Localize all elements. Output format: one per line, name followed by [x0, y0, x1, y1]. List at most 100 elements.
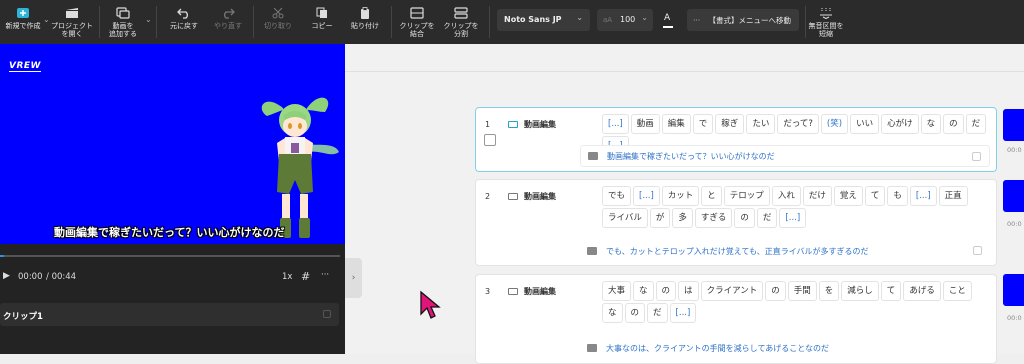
- word-chip[interactable]: [...]: [779, 208, 807, 228]
- shorten-silence-button[interactable]: 無音区間を 短縮: [806, 0, 846, 44]
- word-chip[interactable]: の: [943, 114, 964, 134]
- word-chip[interactable]: の: [624, 303, 646, 323]
- word-chip[interactable]: は: [678, 281, 699, 301]
- word-chip[interactable]: [...]: [602, 114, 629, 134]
- seek-bar[interactable]: [0, 255, 340, 257]
- word-chip[interactable]: たい: [746, 114, 776, 134]
- clip-checkbox[interactable]: [484, 134, 496, 146]
- font-size-select[interactable]: aA 100 ⌄: [597, 9, 653, 31]
- word-chip[interactable]: で: [692, 114, 714, 134]
- clip-option-icon[interactable]: [323, 310, 331, 318]
- video-icon: [508, 121, 518, 128]
- shorten-silence-label: 無音区間を 短縮: [808, 22, 844, 38]
- open-project-button[interactable]: プロジェクト を開く: [50, 0, 94, 44]
- redo-icon: [221, 6, 235, 20]
- word-chip[interactable]: すぎる: [694, 208, 733, 228]
- copy-label: コピー: [311, 22, 333, 30]
- word-chip[interactable]: の: [734, 208, 755, 228]
- word-chip[interactable]: 多: [672, 208, 693, 228]
- word-chip[interactable]: も: [887, 186, 908, 206]
- word-chip[interactable]: な: [920, 114, 942, 134]
- chevron-down-icon[interactable]: ⌄: [145, 15, 152, 24]
- word-chip[interactable]: て: [880, 281, 902, 301]
- cut-button[interactable]: 切り取り: [259, 0, 297, 44]
- word-chip[interactable]: て: [864, 186, 886, 206]
- word-chip[interactable]: 正直: [938, 186, 968, 206]
- clip-label: 動画編集: [508, 286, 556, 297]
- word-chip[interactable]: こと: [942, 281, 972, 301]
- cut-label: 切り取り: [264, 22, 292, 30]
- split-clip-label: クリップを 分割: [443, 22, 479, 38]
- word-chip[interactable]: 減らし: [841, 281, 879, 301]
- toolbar-divider: [489, 6, 490, 38]
- word-chip[interactable]: の: [655, 281, 677, 301]
- new-project-button[interactable]: 新規で作成: [4, 0, 42, 44]
- word-chip[interactable]: が: [649, 208, 671, 228]
- toolbar-divider: [99, 6, 100, 38]
- collapse-panel-button[interactable]: ›: [345, 258, 362, 298]
- word-chip[interactable]: でも: [602, 186, 632, 206]
- word-chip[interactable]: だけ: [802, 186, 832, 206]
- merge-clip-button[interactable]: クリップを 結合: [396, 0, 438, 44]
- clip-thumbnail[interactable]: [1003, 180, 1024, 212]
- play-icon[interactable]: ▶: [3, 271, 10, 281]
- split-clip-button[interactable]: クリップを 分割: [440, 0, 482, 44]
- chevron-down-icon[interactable]: ⌄: [43, 15, 50, 24]
- word-chip[interactable]: だ: [756, 208, 778, 228]
- word-chip[interactable]: だ: [965, 114, 987, 134]
- text-color-button[interactable]: A: [662, 9, 676, 31]
- word-chip[interactable]: テロップ: [723, 186, 770, 206]
- font-family-value: Noto Sans JP: [504, 15, 562, 24]
- copy-button[interactable]: コピー: [303, 0, 341, 44]
- video-preview[interactable]: VREW 動画編集で稼ぎたいだって？いい心がけなのだ: [0, 44, 345, 244]
- word-chip[interactable]: 手間: [787, 281, 817, 301]
- word-chip[interactable]: 入れ: [771, 186, 801, 206]
- word-chip[interactable]: (笑): [820, 114, 849, 134]
- toolbar-divider: [391, 6, 392, 38]
- word-chip[interactable]: あげる: [903, 281, 941, 301]
- word-chip[interactable]: [...]: [909, 186, 937, 206]
- word-chip[interactable]: [...]: [669, 303, 697, 323]
- word-chip[interactable]: だ: [647, 303, 668, 323]
- word-chip[interactable]: の: [765, 281, 786, 301]
- word-chip[interactable]: ライバル: [602, 208, 648, 228]
- word-chip[interactable]: いい: [850, 114, 880, 134]
- format-menu-button[interactable]: ··· 【書式】メニューへ移動: [687, 9, 799, 31]
- clip-row[interactable]: 1 動画編集 [...]動画編集で稼ぎたいだって?(笑)いい心がけなのだ[...…: [475, 107, 997, 172]
- word-chip[interactable]: な: [633, 281, 654, 301]
- clip-row[interactable]: 2 動画編集 でも [...] カットとテロップ 入れ だけ 覚えても [...] 正直 ライバ…: [475, 179, 997, 266]
- subtitle-row[interactable]: でも、カットとテロップ入れだけ覚えても、正直ライバルが多すぎるのだ: [580, 240, 990, 262]
- paste-button[interactable]: 貼り付け: [346, 0, 384, 44]
- word-chip[interactable]: 編集: [661, 114, 691, 134]
- subtitle-row[interactable]: 大事なのは、クライアントの手間を減らしてあげることなのだ: [580, 337, 990, 359]
- clip-thumbnail[interactable]: [1003, 274, 1024, 306]
- font-family-select[interactable]: Noto Sans JP ⌄: [497, 9, 590, 31]
- subtitle-row[interactable]: 動画編集で稼ぎたいだって？いい心がけなのだ: [580, 145, 990, 167]
- word-chip[interactable]: な: [602, 303, 623, 323]
- word-chip[interactable]: を: [818, 281, 840, 301]
- undo-button[interactable]: 元に戻す: [165, 0, 203, 44]
- subtitle-option-icon[interactable]: [972, 152, 981, 161]
- subtitle-option-icon[interactable]: [973, 246, 982, 255]
- word-chip[interactable]: 大事: [602, 281, 632, 301]
- word-chip[interactable]: [...]: [633, 186, 660, 206]
- clip-row[interactable]: 3 動画編集 大事なのはクライアントの手間を減らしてあげる ことなのだ [...] …: [475, 274, 997, 364]
- word-chip[interactable]: 覚え: [833, 186, 863, 206]
- add-video-button[interactable]: 動画を 追加する: [104, 0, 142, 44]
- word-chip[interactable]: クライアント: [700, 281, 764, 301]
- word-chip[interactable]: だって?: [777, 114, 819, 134]
- clip-thumbnail[interactable]: [1003, 109, 1024, 141]
- clip-label: 動画編集: [508, 119, 556, 130]
- grid-icon[interactable]: #: [301, 270, 310, 283]
- word-chip[interactable]: 稼ぎ: [715, 114, 745, 134]
- word-chip[interactable]: と: [701, 186, 722, 206]
- preview-subtitle: 動画編集で稼ぎたいだって？いい心がけなのだ: [54, 226, 285, 239]
- new-project-icon: [16, 6, 30, 20]
- word-chip[interactable]: カット: [661, 186, 700, 206]
- redo-button[interactable]: やり直す: [209, 0, 247, 44]
- word-chip[interactable]: 心がけ: [881, 114, 919, 134]
- word-chip[interactable]: 動画: [630, 114, 660, 134]
- playback-speed[interactable]: 1x: [282, 272, 292, 282]
- more-options-icon[interactable]: ···: [321, 270, 329, 280]
- current-clip-bar[interactable]: クリップ1: [0, 303, 339, 326]
